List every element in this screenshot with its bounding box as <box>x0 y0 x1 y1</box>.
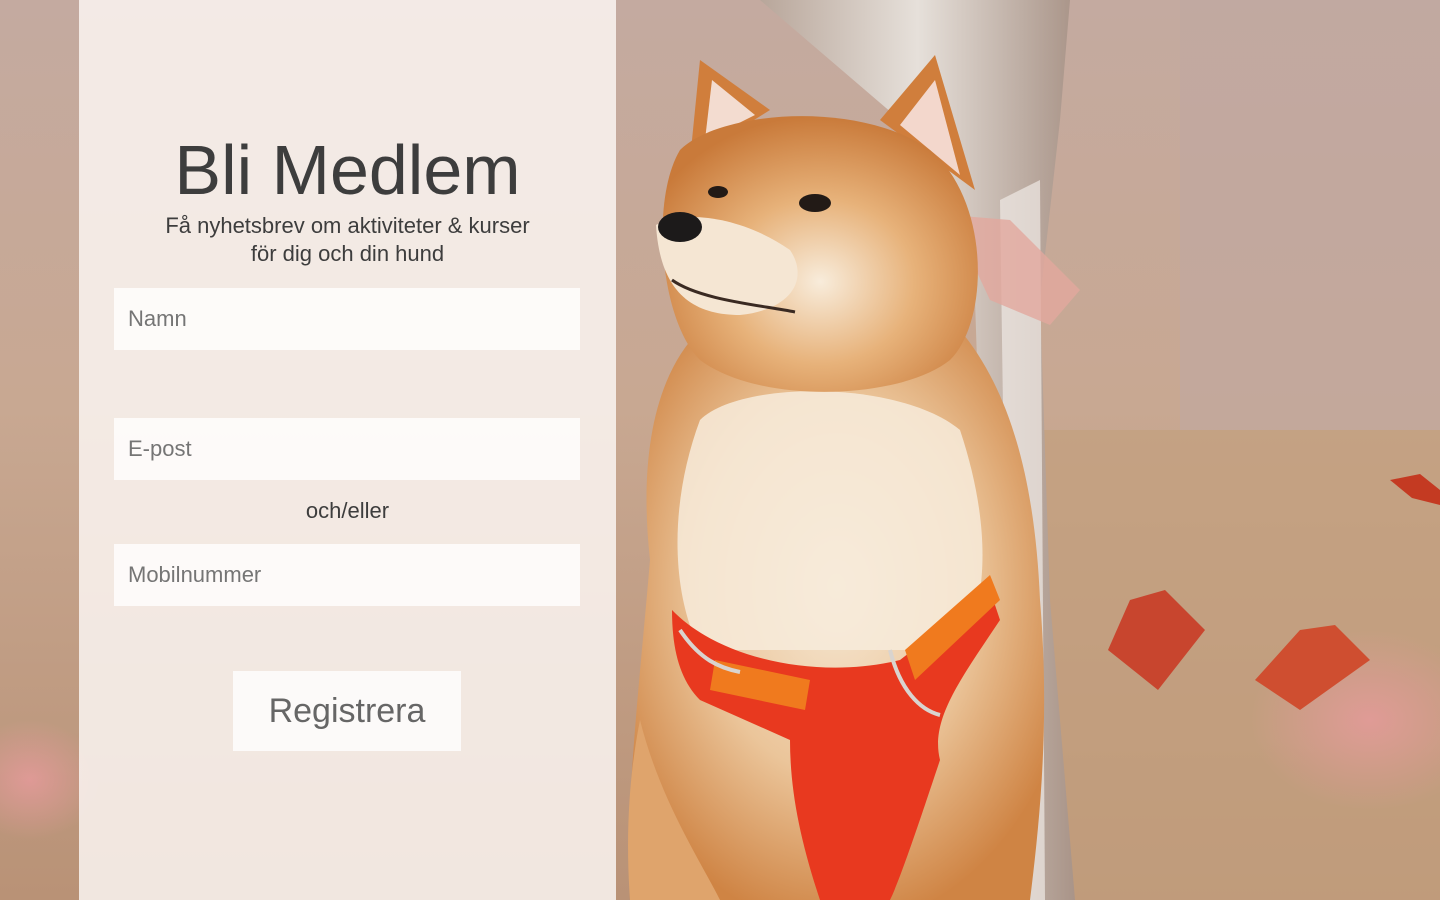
page-subtitle: Få nyhetsbrev om aktiviteter & kurser fö… <box>119 212 576 268</box>
phone-input[interactable] <box>114 544 580 606</box>
register-button[interactable]: Registrera <box>233 671 461 751</box>
subtitle-line-2: för dig och din hund <box>250 241 445 266</box>
or-separator-label: och/eller <box>305 498 390 523</box>
email-input[interactable] <box>114 418 580 480</box>
subtitle-line-1: Få nyhetsbrev om aktiviteter & kurser <box>165 213 530 238</box>
page-title: Bli Medlem <box>174 131 521 209</box>
signup-panel: Bli Medlem Få nyhetsbrev om aktiviteter … <box>79 0 616 900</box>
signup-page: Bli Medlem Få nyhetsbrev om aktiviteter … <box>0 0 1440 900</box>
name-input[interactable] <box>114 288 580 350</box>
